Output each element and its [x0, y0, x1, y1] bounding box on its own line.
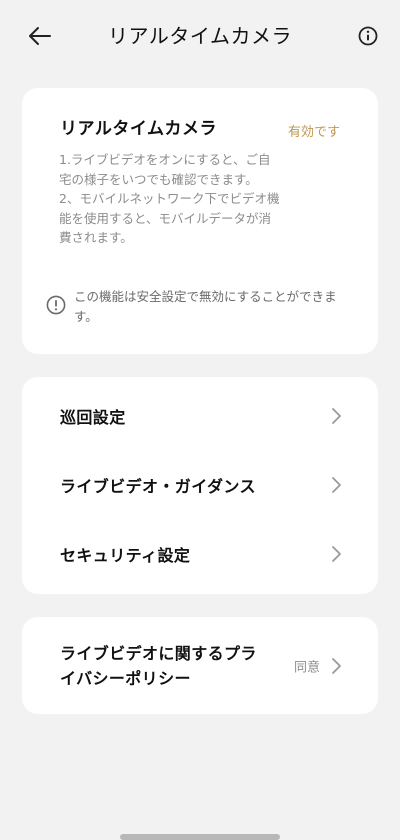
security-settings-row[interactable]: セキュリティ設定	[22, 524, 378, 584]
privacy-consent-value: 同意	[293, 660, 320, 675]
live-video-guidance-label: ライブビデオ・ガイダンス	[60, 477, 256, 496]
header: リアルタイムカメラ	[0, 0, 400, 72]
chevron-right-icon	[332, 408, 341, 424]
camera-card-title: リアルタイムカメラ	[60, 119, 217, 139]
info-circle-icon	[358, 26, 378, 46]
privacy-policy-label: ライブビデオに関するプライバシーポリシー	[60, 644, 257, 688]
live-video-guidance-row[interactable]: ライブビデオ・ガイダンス	[22, 455, 378, 515]
privacy-card: ライブビデオに関するプライバシーポリシー 同意	[22, 617, 378, 714]
notice-text: この機能は安全設定で無効にすることができます。	[74, 289, 337, 324]
realtime-camera-card: リアルタイムカメラ 有効です 1.ライブビデオをオンにすると、ご自宅の様子をいつ…	[22, 88, 378, 354]
chevron-right-icon	[332, 657, 341, 674]
description-line-2: 2、モバイルネットワーク下でビデオ機能を使用すると、モバイルデータが消費されます…	[59, 191, 280, 245]
exclamation-circle-icon	[46, 295, 66, 315]
home-indicator[interactable]	[120, 834, 280, 840]
patrol-settings-label: 巡回設定	[60, 408, 126, 427]
chevron-right-icon	[332, 477, 341, 493]
settings-card: 巡回設定 ライブビデオ・ガイダンス セキュリティ設定	[22, 377, 378, 594]
security-settings-label: セキュリティ設定	[60, 546, 191, 565]
status-badge: 有効です	[287, 125, 340, 140]
privacy-policy-row[interactable]: ライブビデオに関するプライバシーポリシー 同意	[22, 617, 378, 714]
chevron-right-icon	[332, 546, 341, 562]
patrol-settings-row[interactable]: 巡回設定	[22, 386, 378, 446]
description-line-1: 1.ライブビデオをオンにすると、ご自宅の様子をいつでも確認できます。	[59, 152, 271, 187]
page-title: リアルタイムカメラ	[108, 24, 292, 48]
info-button[interactable]	[356, 24, 380, 48]
camera-description: 1.ライブビデオをオンにすると、ご自宅の様子をいつでも確認できます。 2、モバイ…	[59, 150, 281, 248]
